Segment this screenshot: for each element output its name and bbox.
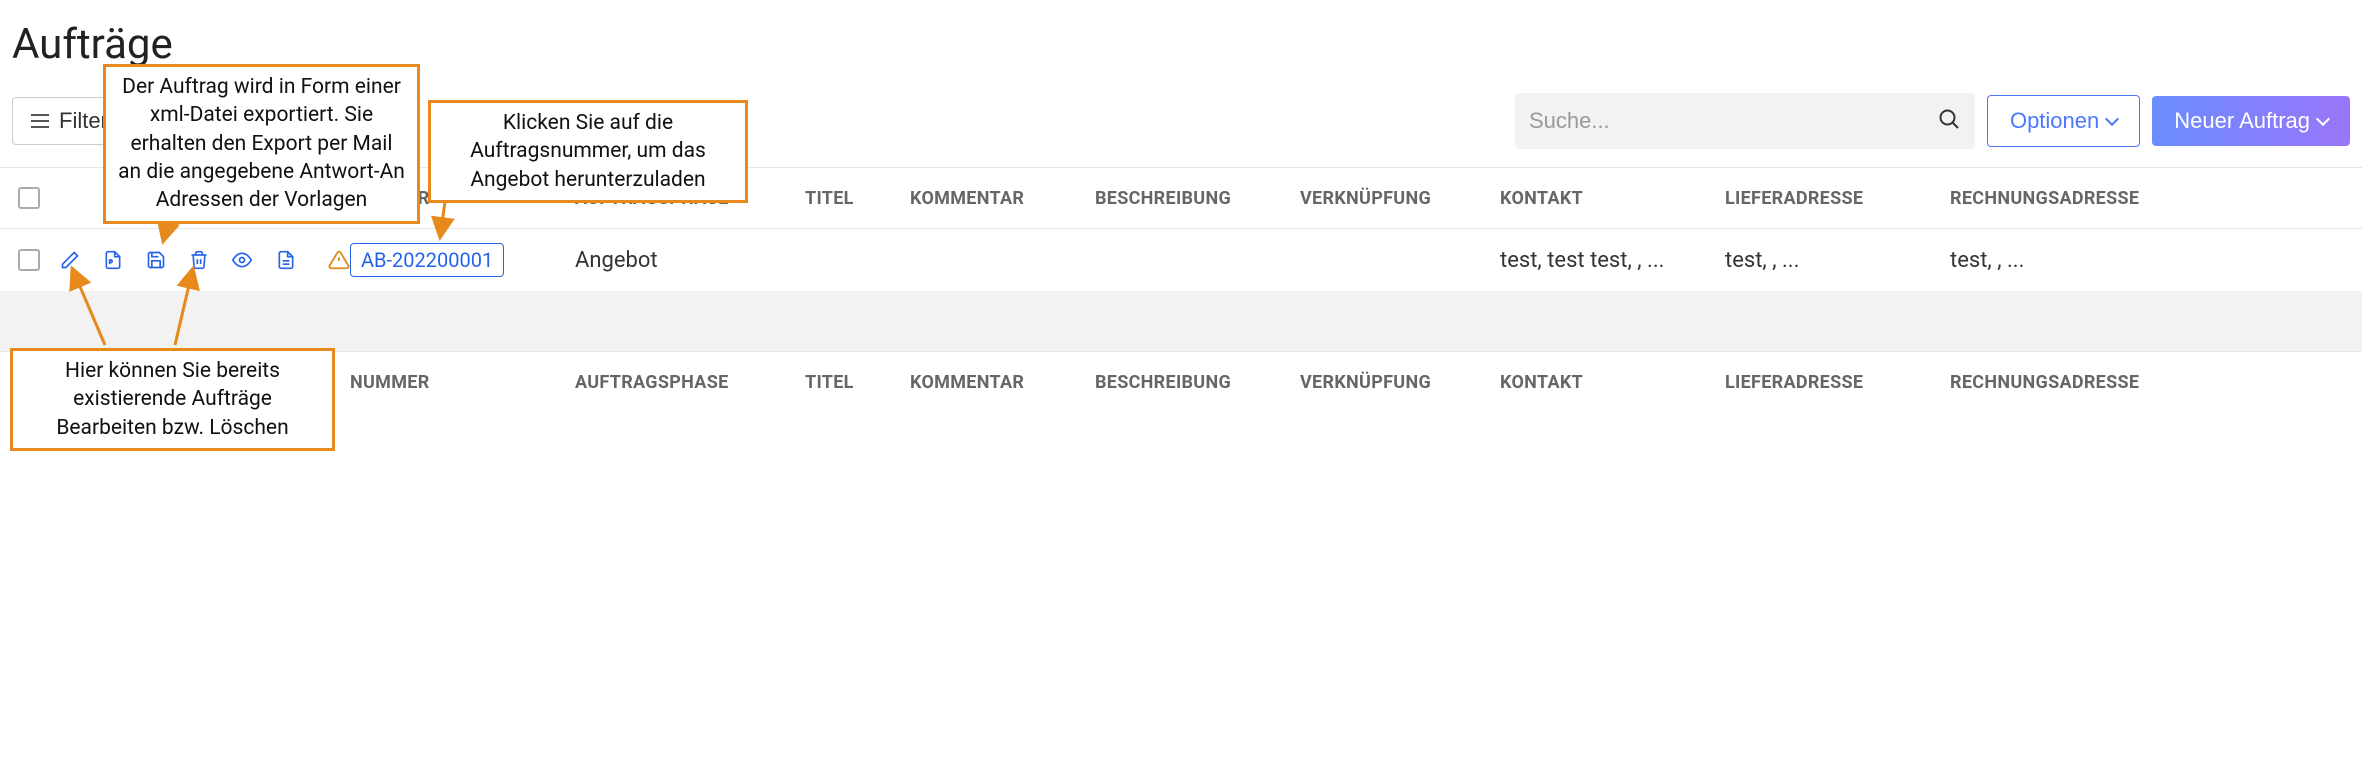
callout-edit: Hier können Sie bereits existierende Auf… [10, 348, 335, 451]
pdf-icon[interactable] [103, 249, 124, 271]
new-order-label: Neuer Auftrag [2174, 108, 2310, 134]
col-footer-verknuepfung: VERKNÜPFUNG [1300, 372, 1500, 393]
col-header-kommentar[interactable]: KOMMENTAR [910, 188, 1095, 209]
trash-icon[interactable] [188, 249, 209, 271]
warning-icon[interactable] [328, 249, 350, 271]
options-button[interactable]: Optionen [1987, 95, 2140, 147]
row-checkbox[interactable] [18, 249, 40, 271]
col-footer-beschreibung: BESCHREIBUNG [1095, 372, 1300, 393]
options-label: Optionen [2010, 108, 2099, 134]
cell-liefer: test, , ... [1725, 248, 1950, 273]
search-input[interactable] [1529, 108, 1937, 134]
table-row: AB-202200001 Angebot test, test test, , … [0, 229, 2362, 291]
cell-phase: Angebot [575, 248, 805, 273]
col-header-kontakt[interactable]: KONTAKT [1500, 188, 1725, 209]
search-icon[interactable] [1937, 107, 1961, 135]
chevron-down-icon [2105, 112, 2119, 126]
col-footer-liefer: LIEFERADRESSE [1725, 372, 1950, 393]
new-order-button[interactable]: Neuer Auftrag [2152, 96, 2350, 146]
col-header-liefer[interactable]: LIEFERADRESSE [1725, 188, 1950, 209]
cell-kontakt: test, test test, , ... [1500, 248, 1725, 273]
select-all-checkbox[interactable] [18, 187, 40, 209]
save-icon[interactable] [146, 249, 167, 271]
col-header-titel[interactable]: TITEL [805, 188, 910, 209]
search-wrap[interactable] [1515, 93, 1975, 149]
callout-export: Der Auftrag wird in Form einer xml-Datei… [103, 64, 420, 224]
callout-nummer: Klicken Sie auf die Auftragsnummer, um d… [428, 100, 748, 203]
filter-icon [31, 114, 49, 128]
col-footer-kommentar: KOMMENTAR [910, 372, 1095, 393]
chevron-down-icon [2316, 112, 2330, 126]
col-footer-rechnung: RECHNUNGSADRESSE [1950, 372, 2170, 393]
cell-rechnung: test, , ... [1950, 248, 2170, 273]
col-header-rechnung[interactable]: RECHNUNGSADRESSE [1950, 188, 2170, 209]
order-number-link[interactable]: AB-202200001 [350, 243, 504, 277]
col-header-verknuepfung[interactable]: VERKNÜPFUNG [1300, 188, 1500, 209]
col-footer-kontakt: KONTAKT [1500, 372, 1725, 393]
col-footer-phase: AUFTRAGSPHASE [575, 372, 805, 393]
col-footer-nummer: NUMMER [350, 372, 575, 393]
col-footer-titel: TITEL [805, 372, 910, 393]
table-footer-header: NUMMER AUFTRAGSPHASE TITEL KOMMENTAR BES… [0, 351, 2362, 413]
eye-icon[interactable] [231, 249, 253, 271]
document-icon[interactable] [275, 249, 296, 271]
table-spacer [0, 291, 2362, 351]
edit-icon[interactable] [60, 249, 81, 271]
col-header-beschreibung[interactable]: BESCHREIBUNG [1095, 188, 1300, 209]
filter-label: Filter [59, 108, 108, 134]
